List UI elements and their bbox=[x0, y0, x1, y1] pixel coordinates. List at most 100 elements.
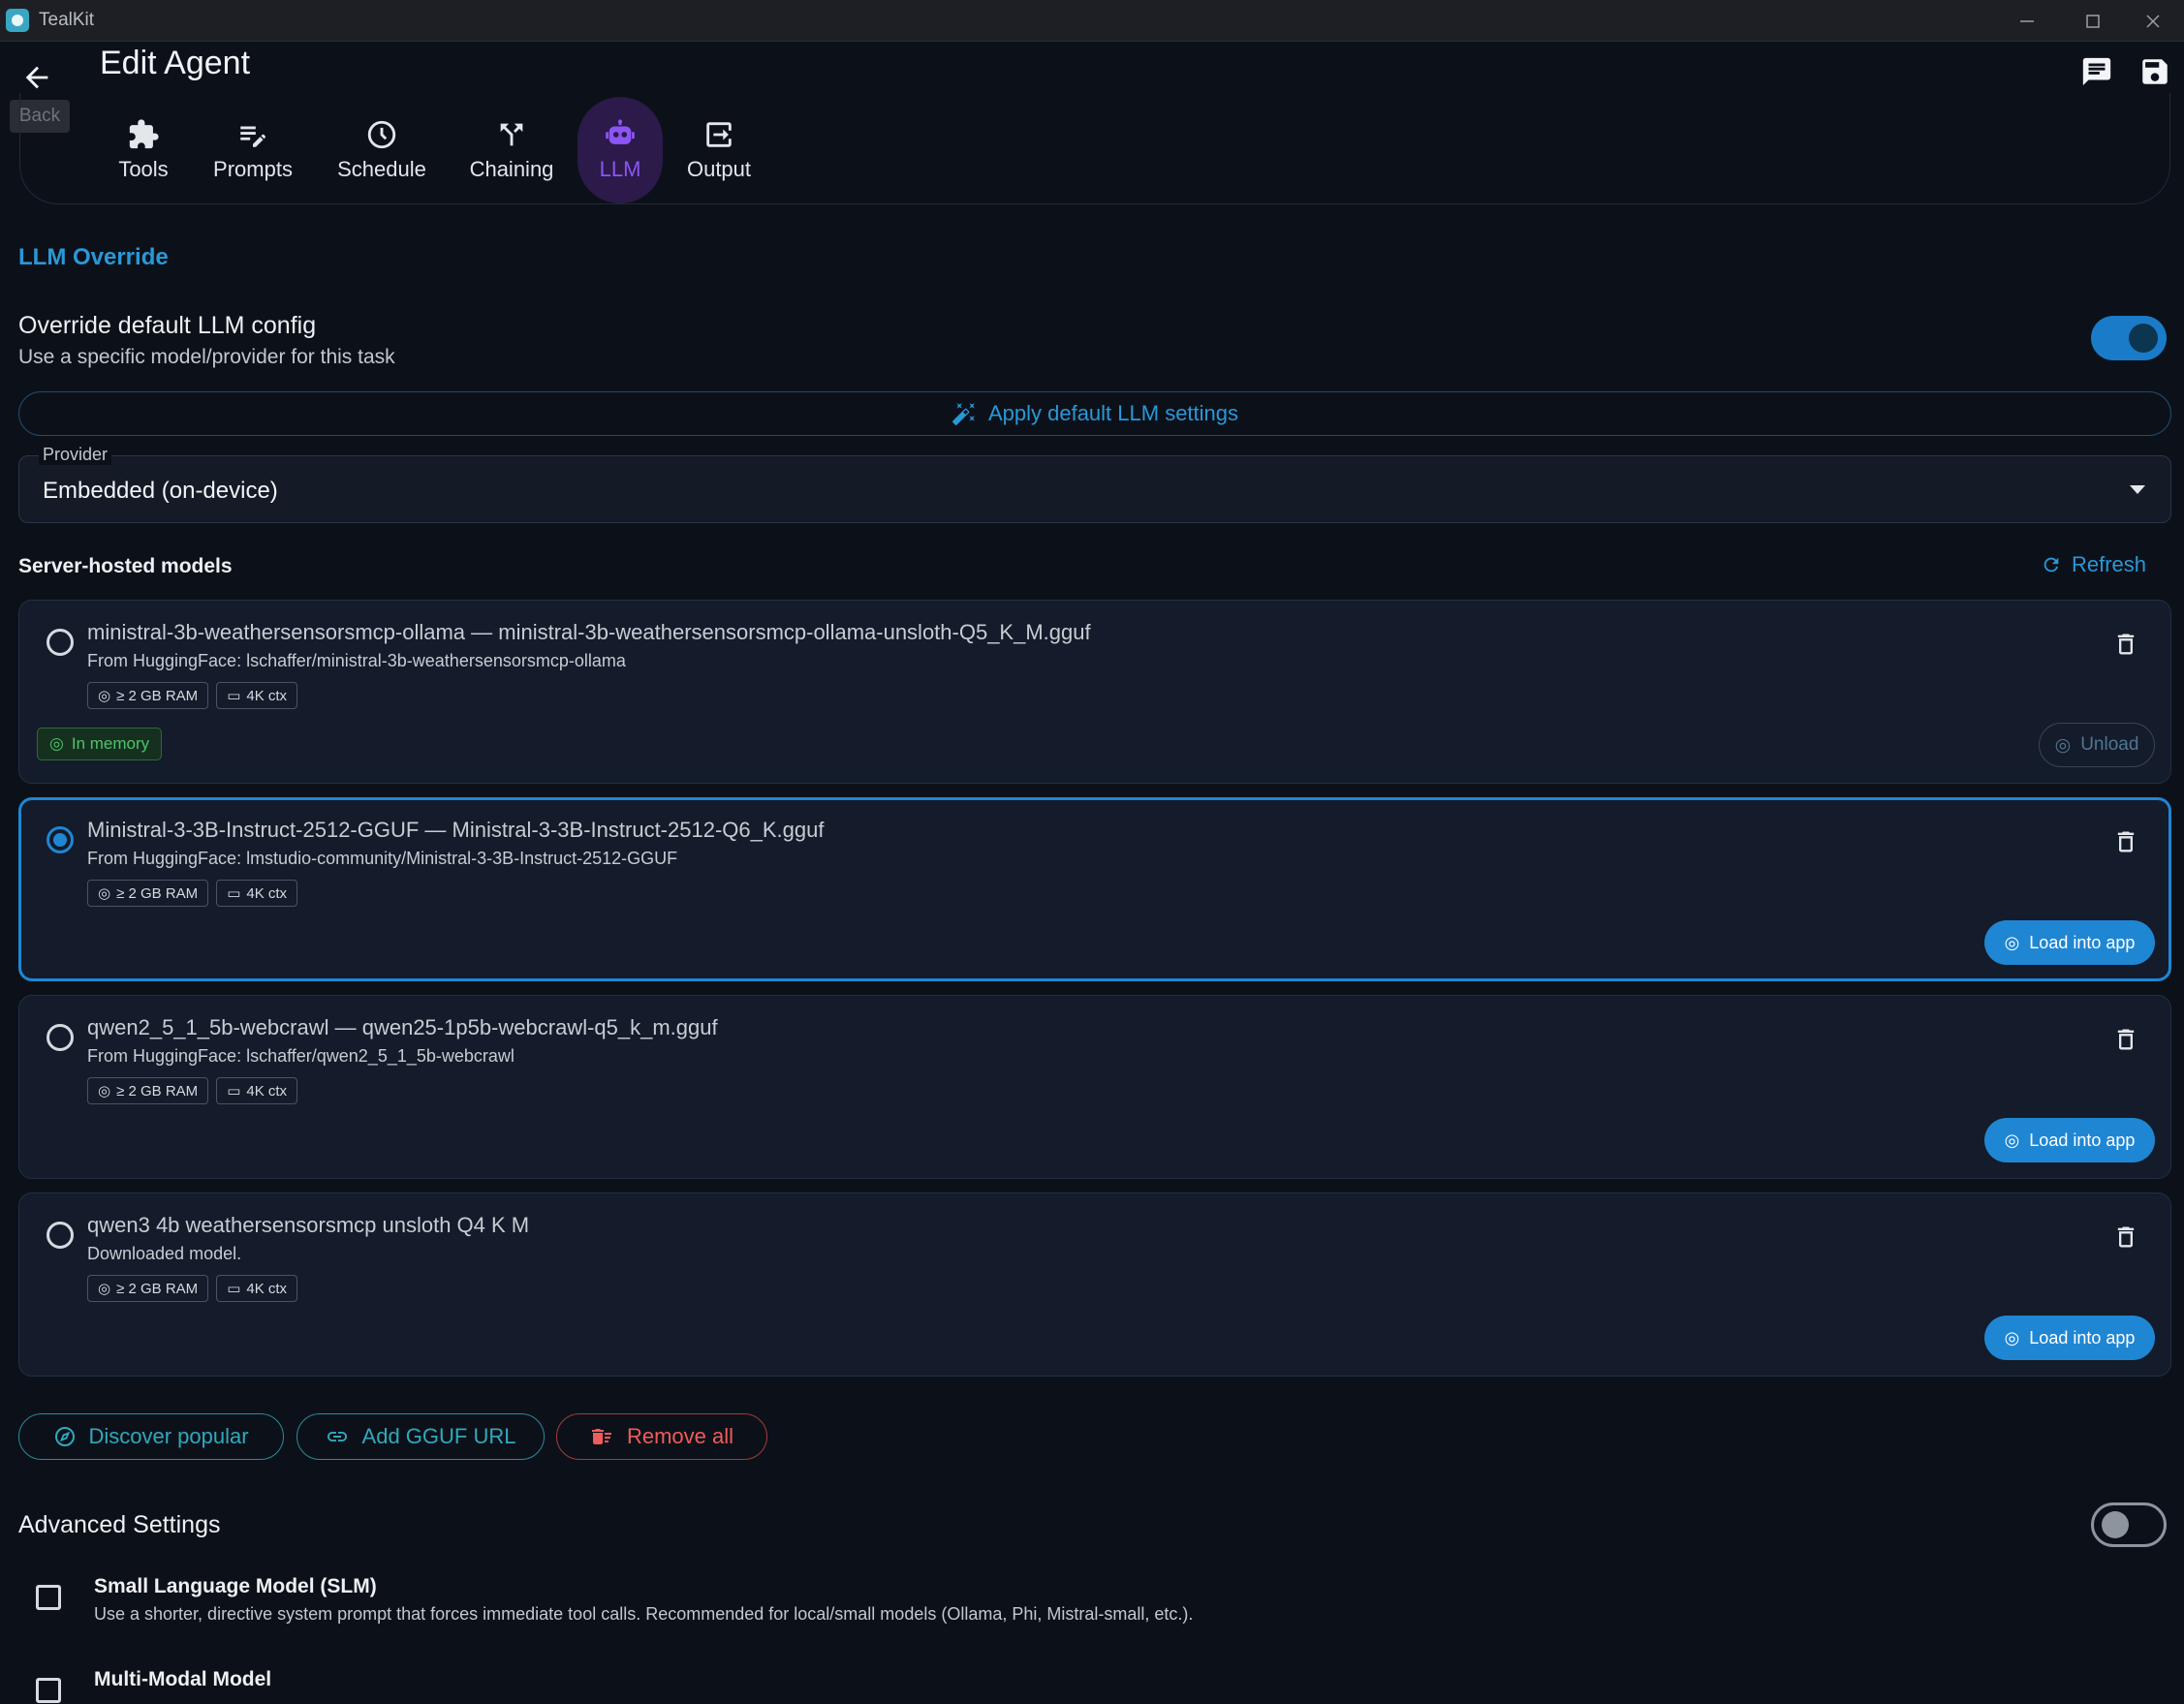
model-name: ministral-3b-weathersensorsmcp-ollama — … bbox=[87, 620, 1091, 644]
comment-icon: ▭ bbox=[227, 688, 241, 704]
add-gguf-url-label: Add GGUF URL bbox=[361, 1424, 516, 1448]
model-radio[interactable] bbox=[47, 629, 74, 656]
comment-icon: ▭ bbox=[227, 885, 241, 902]
status-badge: ◎ In memory bbox=[37, 728, 163, 760]
model-card[interactable]: qwen3 4b weathersensorsmcp unsloth Q4 K … bbox=[18, 1193, 2171, 1377]
remove-all-label: Remove all bbox=[626, 1424, 734, 1448]
load-into-app-button[interactable]: ◎ Load into app bbox=[1984, 920, 2155, 965]
model-radio[interactable] bbox=[47, 1222, 74, 1249]
provider-value: Embedded (on-device) bbox=[43, 478, 278, 504]
edit-note-icon bbox=[240, 126, 265, 147]
arrow-back-icon bbox=[25, 66, 48, 89]
memory-icon: ◎ bbox=[2004, 1130, 2020, 1150]
model-radio[interactable] bbox=[47, 1024, 74, 1051]
load-into-app-button[interactable]: ◎ Load into app bbox=[1984, 1316, 2155, 1360]
multimodal-checkbox[interactable] bbox=[36, 1678, 61, 1703]
toggle-knob bbox=[2129, 324, 2158, 353]
slm-checkbox[interactable] bbox=[36, 1585, 61, 1610]
tab-label: Prompts bbox=[213, 157, 293, 181]
chevron-down-icon bbox=[2130, 485, 2145, 494]
ram-chip: ◎ ≥ 2 GB RAM bbox=[87, 1275, 209, 1302]
model-name: Ministral-3-3B-Instruct-2512-GGUF — Mini… bbox=[87, 818, 825, 842]
apply-default-llm-button[interactable]: Apply default LLM settings bbox=[18, 391, 2171, 436]
ram-chip: ◎ ≥ 2 GB RAM bbox=[87, 1077, 209, 1104]
model-source: Downloaded model. bbox=[87, 1244, 242, 1263]
discover-popular-button[interactable]: Discover popular bbox=[18, 1413, 284, 1460]
multimodal-title: Multi-Modal Model bbox=[94, 1668, 272, 1690]
memory-icon: ◎ bbox=[98, 688, 111, 704]
provider-select[interactable]: Provider Embedded (on-device) bbox=[18, 445, 2171, 523]
memory-icon: ◎ bbox=[98, 1281, 111, 1297]
ctx-chip: ▭ 4K ctx bbox=[216, 682, 298, 709]
model-source: From HuggingFace: lschaffer/ministral-3b… bbox=[87, 651, 626, 670]
override-title: Override default LLM config bbox=[18, 312, 317, 339]
override-toggle[interactable] bbox=[2091, 316, 2167, 360]
close-icon[interactable] bbox=[2122, 0, 2184, 42]
tab-label: LLM bbox=[599, 157, 641, 181]
compass-icon bbox=[55, 1427, 76, 1446]
add-gguf-url-button[interactable]: Add GGUF URL bbox=[296, 1413, 545, 1460]
model-source: From HuggingFace: lschaffer/qwen2_5_1_5b… bbox=[87, 1046, 515, 1066]
unload-button[interactable]: ◎ Unload bbox=[2039, 723, 2155, 767]
model-name: qwen3 4b weathersensorsmcp unsloth Q4 K … bbox=[87, 1213, 530, 1237]
trash-icon[interactable] bbox=[2112, 1223, 2139, 1252]
ctx-chip: ▭ 4K ctx bbox=[216, 880, 298, 907]
tab-label: Chaining bbox=[469, 157, 554, 181]
load-into-app-button[interactable]: ◎ Load into app bbox=[1984, 1118, 2155, 1162]
puzzle-icon bbox=[129, 119, 159, 149]
robot-icon bbox=[606, 119, 635, 144]
section-title: LLM Override bbox=[18, 244, 169, 270]
maximize-icon[interactable] bbox=[2062, 0, 2124, 42]
override-subtitle: Use a specific model/provider for this t… bbox=[18, 346, 395, 368]
save-icon[interactable] bbox=[2134, 50, 2176, 93]
model-card[interactable]: qwen2_5_1_5b-webcrawl — qwen25-1p5b-webc… bbox=[18, 995, 2171, 1179]
page-title: Edit Agent bbox=[100, 45, 251, 81]
models-heading: Server-hosted models bbox=[18, 555, 233, 577]
model-name: qwen2_5_1_5b-webcrawl — qwen25-1p5b-webc… bbox=[87, 1015, 718, 1039]
trash-icon[interactable] bbox=[2112, 630, 2139, 659]
refresh-button[interactable]: Refresh bbox=[2041, 552, 2146, 577]
ctx-chip: ▭ 4K ctx bbox=[216, 1275, 298, 1302]
advanced-settings-title: Advanced Settings bbox=[18, 1511, 221, 1538]
title-bar: TealKit bbox=[0, 0, 2184, 42]
fork-icon bbox=[500, 123, 523, 146]
memory-icon: ◎ bbox=[98, 1083, 111, 1100]
memory-icon: ◎ bbox=[2054, 734, 2072, 756]
trash-icon[interactable] bbox=[2112, 827, 2139, 856]
discover-popular-label: Discover popular bbox=[88, 1424, 249, 1448]
tab-prompts[interactable]: Prompts bbox=[207, 97, 298, 203]
tab-label: Schedule bbox=[337, 157, 426, 181]
advanced-settings-toggle[interactable] bbox=[2091, 1503, 2167, 1547]
tab-llm[interactable]: LLM bbox=[577, 97, 663, 203]
delete-sweep-icon bbox=[591, 1429, 611, 1444]
memory-icon: ◎ bbox=[98, 885, 111, 902]
clock-icon bbox=[367, 120, 396, 149]
magic-wand-icon bbox=[952, 403, 975, 425]
slm-title: Small Language Model (SLM) bbox=[94, 1575, 377, 1597]
minimize-icon[interactable] bbox=[1996, 0, 2058, 42]
model-card[interactable]: Ministral-3-3B-Instruct-2512-GGUF — Mini… bbox=[18, 797, 2171, 981]
refresh-label: Refresh bbox=[2072, 552, 2147, 576]
tab-tools[interactable]: Tools bbox=[109, 97, 178, 203]
chat-icon[interactable] bbox=[2075, 50, 2118, 93]
remove-all-button[interactable]: Remove all bbox=[556, 1413, 767, 1460]
provider-label: Provider bbox=[39, 445, 112, 465]
memory-icon: ◎ bbox=[2004, 932, 2020, 952]
tab-schedule[interactable]: Schedule bbox=[333, 97, 430, 203]
trash-icon[interactable] bbox=[2112, 1025, 2139, 1054]
export-icon bbox=[706, 122, 732, 147]
tab-label: Tools bbox=[118, 157, 169, 181]
tab-label: Output bbox=[686, 157, 752, 181]
model-card[interactable]: ministral-3b-weathersensorsmcp-ollama — … bbox=[18, 600, 2171, 784]
tab-chaining[interactable]: Chaining bbox=[463, 97, 560, 203]
refresh-icon bbox=[2044, 557, 2059, 573]
memory-icon: ◎ bbox=[2004, 1327, 2020, 1348]
link-icon bbox=[327, 1432, 347, 1441]
toggle-knob bbox=[2102, 1511, 2129, 1538]
comment-icon: ▭ bbox=[227, 1083, 241, 1100]
model-source: From HuggingFace: lmstudio-community/Min… bbox=[87, 849, 678, 868]
memory-icon: ◎ bbox=[49, 734, 64, 753]
model-radio[interactable] bbox=[47, 826, 74, 853]
tab-output[interactable]: Output bbox=[680, 97, 758, 203]
apply-default-llm-label: Apply default LLM settings bbox=[987, 401, 1239, 425]
